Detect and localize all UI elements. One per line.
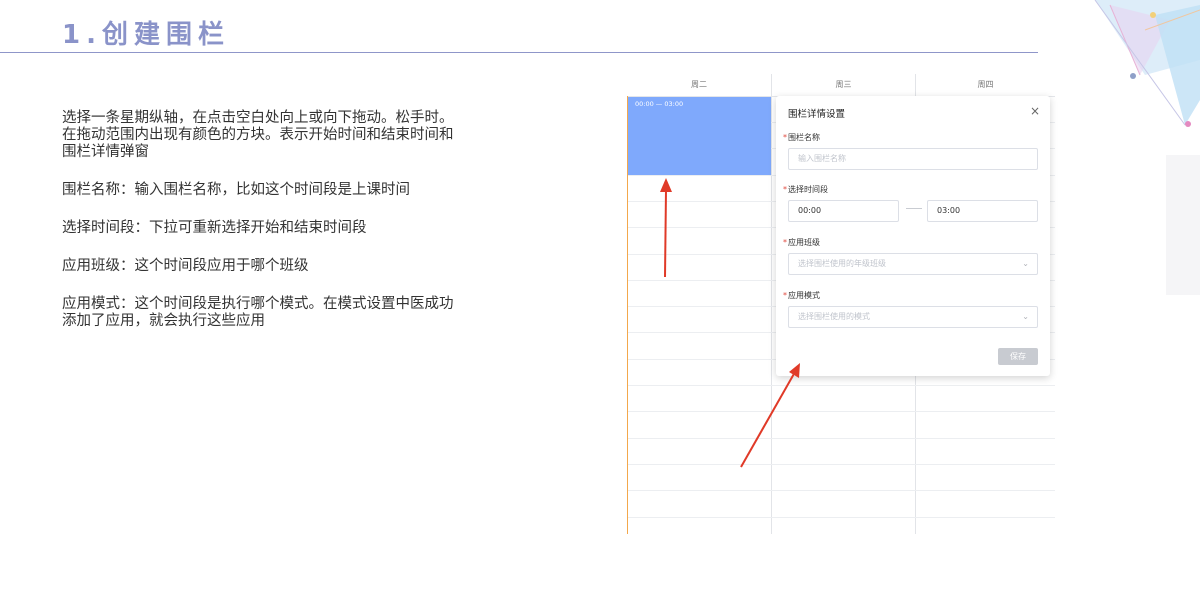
- mode-select[interactable]: 选择围栏使用的模式 ⌄: [788, 306, 1038, 328]
- start-time-value: 00:00: [798, 206, 822, 215]
- class-select[interactable]: 选择围栏使用的年级班级 ⌄: [788, 253, 1038, 275]
- calendar-grid-row: [627, 385, 1055, 386]
- fence-time-block[interactable]: 00:00 — 03:00: [628, 97, 771, 175]
- class-label: *应用班级: [783, 237, 820, 248]
- fence-name-placeholder: 输入围栏名称: [798, 154, 846, 163]
- required-mark: *: [783, 185, 787, 194]
- day-header-thu: 周四: [977, 80, 994, 89]
- description-paragraph: 选择时间段：下拉可重新选择开始和结束时间段: [62, 220, 367, 236]
- description-paragraph: 应用班级：这个时间段应用于哪个班级: [62, 258, 309, 274]
- end-time-value: 03:00: [937, 206, 961, 215]
- time-range-separator: [906, 208, 922, 209]
- day-column-divider: [771, 74, 772, 534]
- required-mark: *: [783, 133, 787, 142]
- fence-settings-dialog: 围栏详情设置 × *围栏名称 输入围栏名称 *选择时间段 00:00 03:00…: [776, 96, 1050, 376]
- decorative-side-panel: [1166, 155, 1200, 295]
- fence-name-input[interactable]: 输入围栏名称: [788, 148, 1038, 170]
- fence-time-range: 00:00 — 03:00: [635, 100, 684, 108]
- time-range-label: *选择时间段: [783, 184, 828, 195]
- slide-title: 1.创建围栏: [62, 20, 230, 50]
- end-time-input[interactable]: 03:00: [927, 200, 1038, 222]
- mode-select-placeholder: 选择围栏使用的模式: [798, 312, 870, 321]
- required-mark: *: [783, 291, 787, 300]
- decorative-polygon-graphic: [1094, 0, 1200, 127]
- fence-name-label: *围栏名称: [783, 132, 820, 143]
- calendar-grid-row: [627, 463, 1055, 465]
- calendar-header: 周二 周三 周四: [627, 74, 1055, 97]
- description-paragraph: 选择一条星期纵轴，在点击空白处向上或向下拖动。松手时。在拖动范围内出现有颜色的方…: [62, 110, 454, 160]
- time-range-label-text: 选择时间段: [788, 185, 828, 194]
- title-divider: [0, 52, 1038, 53]
- calendar-grid-row: [627, 411, 1055, 413]
- calendar-grid-row: [627, 437, 1055, 439]
- day-header-wed: 周三: [835, 80, 852, 89]
- class-select-placeholder: 选择围栏使用的年级班级: [798, 259, 886, 268]
- save-button[interactable]: 保存: [998, 348, 1038, 365]
- close-icon[interactable]: ×: [1030, 104, 1040, 118]
- fence-name-label-text: 围栏名称: [788, 133, 820, 142]
- class-label-text: 应用班级: [788, 238, 820, 247]
- chevron-down-icon: ⌄: [1022, 312, 1029, 321]
- day-header-tue: 周二: [691, 80, 707, 89]
- mode-label: *应用模式: [783, 290, 820, 301]
- description-block: 选择一条星期纵轴，在点击空白处向上或向下拖动。松手时。在拖动范围内出现有颜色的方…: [62, 110, 467, 351]
- start-time-input[interactable]: 00:00: [788, 200, 899, 222]
- chevron-down-icon: ⌄: [1022, 259, 1029, 268]
- description-paragraph: 围栏名称：输入围栏名称，比如这个时间段是上课时间: [62, 182, 410, 198]
- required-mark: *: [783, 238, 787, 247]
- description-paragraph: 应用模式：这个时间段是执行哪个模式。在模式设置中医成功添加了应用，就会执行这些应…: [62, 296, 454, 329]
- calendar-grid-row: [627, 490, 1055, 492]
- calendar-grid-row: [627, 516, 1055, 518]
- dialog-title: 围栏详情设置: [788, 109, 846, 120]
- mode-label-text: 应用模式: [788, 291, 820, 300]
